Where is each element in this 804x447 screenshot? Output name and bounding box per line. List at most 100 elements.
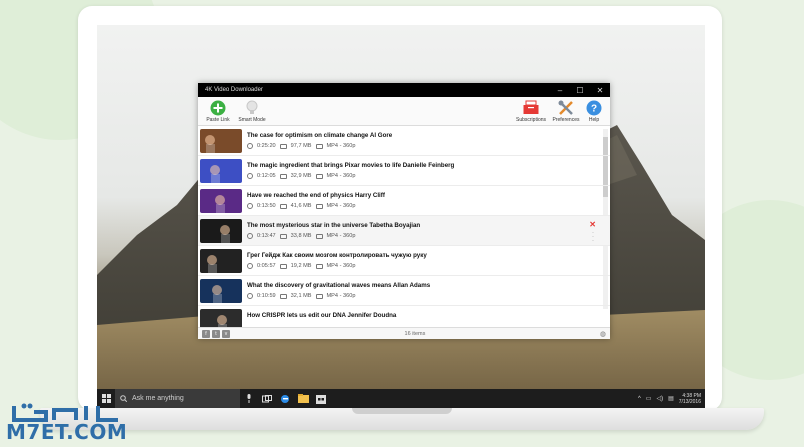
filesize-icon — [279, 143, 287, 149]
video-size: 41,6 MB — [290, 203, 312, 209]
video-title: The case for optimism on climate change … — [247, 132, 393, 139]
vimeo-icon[interactable]: v — [222, 329, 230, 338]
video-size: 97,7 MB — [290, 143, 312, 149]
close-button[interactable]: ✕ — [590, 83, 610, 97]
paste-link-label: Paste Link — [206, 117, 230, 123]
download-row[interactable]: Грег Гейдж Как своим мозгом контролирова… — [198, 246, 610, 276]
help-label: Help — [588, 117, 600, 123]
download-row[interactable]: The magic ingredient that brings Pixar m… — [198, 156, 610, 186]
window-title: 4K Video Downloader — [205, 87, 263, 93]
system-tray: ^ ▭ ◁) ▤ 4:38 PM 7/13/2016 — [638, 393, 705, 405]
video-size: 19,2 MB — [290, 263, 312, 269]
filesize-icon — [279, 293, 287, 299]
video-format: MP4 - 360p — [326, 293, 356, 299]
video-size: 32,1 MB — [290, 293, 312, 299]
microphone-icon[interactable] — [240, 389, 258, 408]
clock-time: 4:38 PM — [682, 392, 701, 399]
remove-item-icon[interactable]: ✕ — [589, 220, 596, 229]
video-duration: 0:13:47 — [257, 233, 276, 239]
twitter-icon[interactable]: t — [212, 329, 220, 338]
filesize-icon — [279, 203, 287, 209]
download-row[interactable]: How CRISPR lets us edit our DNA Jennifer… — [198, 306, 610, 327]
video-thumbnail — [200, 278, 242, 303]
clock-icon — [247, 233, 253, 239]
help-icon: ? — [586, 99, 603, 116]
minimize-button[interactable]: – — [550, 83, 570, 97]
network-icon[interactable]: ▭ — [646, 395, 652, 402]
video-size: 33,8 MB — [290, 233, 312, 239]
video-thumbnail — [200, 308, 242, 327]
format-icon — [315, 173, 323, 179]
chevron-up-icon[interactable]: ^ — [638, 396, 641, 402]
notification-icon[interactable]: ▤ — [668, 395, 674, 402]
status-bar: f t v 16 items ◍ — [198, 327, 610, 339]
clock-icon — [247, 263, 253, 269]
video-thumbnail — [200, 248, 242, 273]
plus-circle-icon — [210, 99, 227, 116]
video-format: MP4 - 360p — [326, 143, 356, 149]
video-format: MP4 - 360p — [326, 173, 356, 179]
video-thumbnail — [200, 188, 242, 213]
task-view-icon[interactable] — [258, 389, 276, 408]
download-row[interactable]: The most mysterious star in the universe… — [198, 216, 610, 246]
video-thumbnail — [200, 128, 242, 153]
svg-text:?: ? — [591, 103, 597, 114]
download-row[interactable]: What the discovery of gravitational wave… — [198, 276, 610, 306]
clock-icon — [247, 293, 253, 299]
laptop-notch — [352, 408, 452, 414]
thumbnail-image — [220, 224, 230, 243]
explorer-icon[interactable] — [294, 389, 312, 408]
video-duration: 0:05:57 — [257, 263, 276, 269]
items-count: 16 items — [404, 330, 426, 337]
video-duration: 0:10:59 — [257, 293, 276, 299]
thumbnail-image — [207, 254, 217, 273]
clock[interactable]: 4:38 PM 7/13/2016 — [679, 393, 701, 405]
format-icon — [315, 203, 323, 209]
format-icon — [315, 233, 323, 239]
video-thumbnail — [200, 218, 242, 243]
clock-date: 7/13/2016 — [678, 398, 701, 405]
watermark-text: M7ET.COM — [6, 420, 128, 444]
maximize-button[interactable]: ☐ — [570, 83, 590, 97]
clock-icon — [247, 203, 253, 209]
format-icon — [315, 293, 323, 299]
window-titlebar[interactable]: 4K Video Downloader – ☐ ✕ — [198, 83, 610, 97]
smart-mode-button[interactable]: Smart Mode — [238, 99, 266, 123]
thumbnail-image — [210, 164, 220, 183]
video-duration: 0:12:05 — [257, 173, 276, 179]
lightbulb-icon — [244, 99, 261, 116]
download-row[interactable]: The case for optimism on climate change … — [198, 126, 610, 156]
paste-link-button[interactable]: Paste Link — [204, 99, 232, 123]
preferences-button[interactable]: Preferences — [550, 99, 582, 123]
taskbar: Ask me anything ^ ▭ ◁) ▤ 4:38 PM 7/13/20… — [97, 389, 705, 408]
social-links: f t v — [202, 329, 230, 338]
volume-icon[interactable]: ◁) — [656, 395, 663, 402]
filesize-icon — [279, 173, 287, 179]
thumbnail-image — [215, 194, 225, 213]
video-downloader-window: 4K Video Downloader – ☐ ✕ Paste Link Sma… — [198, 83, 610, 339]
thumbnail-image — [217, 314, 227, 327]
thumbnail-image — [205, 134, 215, 153]
video-title: The magic ingredient that brings Pixar m… — [247, 162, 455, 169]
toolbar: Paste Link Smart Mode Subscriptions Pref… — [198, 97, 610, 126]
smart-mode-label: Smart Mode — [238, 117, 266, 123]
facebook-icon[interactable]: f — [202, 329, 210, 338]
subscriptions-button[interactable]: Subscriptions — [514, 99, 548, 123]
downloads-list: The case for optimism on climate change … — [198, 126, 610, 327]
video-title: How CRISPR lets us edit our DNA Jennifer… — [247, 312, 397, 319]
more-options-icon[interactable]: · · · — [592, 230, 594, 244]
help-button[interactable]: ? Help — [584, 99, 604, 123]
video-title: Have we reached the end of physics Harry… — [247, 192, 385, 199]
store-icon[interactable] — [312, 389, 330, 408]
preferences-label: Preferences — [552, 117, 580, 123]
download-row[interactable]: Have we reached the end of physics Harry… — [198, 186, 610, 216]
format-icon — [315, 263, 323, 269]
edge-icon[interactable] — [276, 389, 294, 408]
video-format: MP4 - 360p — [326, 263, 356, 269]
video-format: MP4 - 360p — [326, 203, 356, 209]
thumbnail-image — [212, 284, 222, 303]
video-duration: 0:13:50 — [257, 203, 276, 209]
clock-icon — [247, 143, 253, 149]
globe-icon[interactable]: ◍ — [600, 330, 606, 338]
video-thumbnail — [200, 158, 242, 183]
